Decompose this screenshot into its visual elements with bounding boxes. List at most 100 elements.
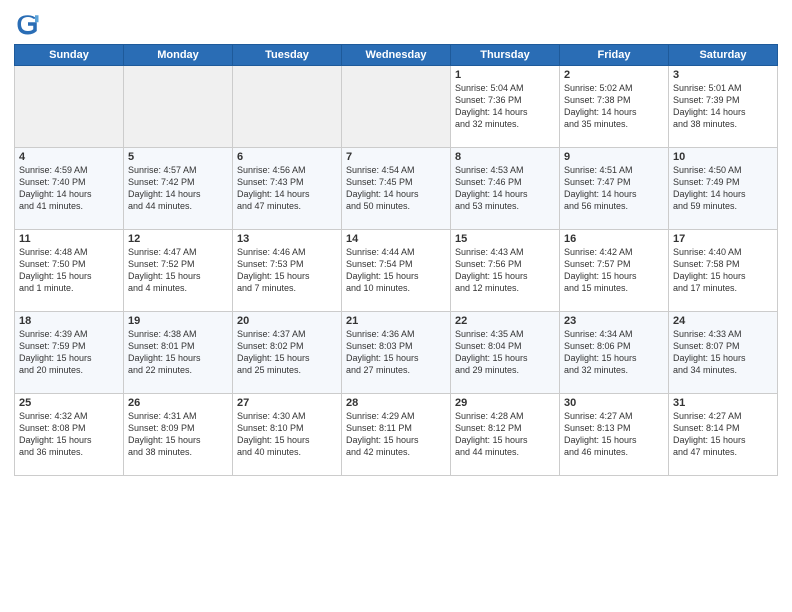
weekday-header-cell: Saturday: [669, 45, 778, 66]
calendar-cell: 27Sunrise: 4:30 AMSunset: 8:10 PMDayligh…: [233, 394, 342, 476]
calendar-cell: [342, 66, 451, 148]
day-number: 17: [673, 233, 773, 245]
calendar-cell: 8Sunrise: 4:53 AMSunset: 7:46 PMDaylight…: [451, 148, 560, 230]
day-number: 2: [564, 69, 664, 81]
calendar-cell: 26Sunrise: 4:31 AMSunset: 8:09 PMDayligh…: [124, 394, 233, 476]
day-number: 6: [237, 151, 337, 163]
day-info: Sunrise: 5:02 AMSunset: 7:38 PMDaylight:…: [564, 82, 664, 131]
day-info: Sunrise: 4:57 AMSunset: 7:42 PMDaylight:…: [128, 164, 228, 213]
calendar-cell: [15, 66, 124, 148]
day-number: 1: [455, 69, 555, 81]
day-number: 29: [455, 397, 555, 409]
calendar-cell: 23Sunrise: 4:34 AMSunset: 8:06 PMDayligh…: [560, 312, 669, 394]
day-info: Sunrise: 4:30 AMSunset: 8:10 PMDaylight:…: [237, 410, 337, 459]
day-info: Sunrise: 4:37 AMSunset: 8:02 PMDaylight:…: [237, 328, 337, 377]
day-number: 19: [128, 315, 228, 327]
calendar-cell: 25Sunrise: 4:32 AMSunset: 8:08 PMDayligh…: [15, 394, 124, 476]
day-number: 9: [564, 151, 664, 163]
day-info: Sunrise: 4:56 AMSunset: 7:43 PMDaylight:…: [237, 164, 337, 213]
day-info: Sunrise: 4:33 AMSunset: 8:07 PMDaylight:…: [673, 328, 773, 377]
calendar-week-row: 11Sunrise: 4:48 AMSunset: 7:50 PMDayligh…: [15, 230, 778, 312]
day-info: Sunrise: 4:47 AMSunset: 7:52 PMDaylight:…: [128, 246, 228, 295]
day-number: 31: [673, 397, 773, 409]
day-info: Sunrise: 4:31 AMSunset: 8:09 PMDaylight:…: [128, 410, 228, 459]
weekday-header-cell: Tuesday: [233, 45, 342, 66]
calendar-cell: 11Sunrise: 4:48 AMSunset: 7:50 PMDayligh…: [15, 230, 124, 312]
day-info: Sunrise: 4:42 AMSunset: 7:57 PMDaylight:…: [564, 246, 664, 295]
calendar-cell: 29Sunrise: 4:28 AMSunset: 8:12 PMDayligh…: [451, 394, 560, 476]
day-info: Sunrise: 5:01 AMSunset: 7:39 PMDaylight:…: [673, 82, 773, 131]
day-number: 14: [346, 233, 446, 245]
day-number: 25: [19, 397, 119, 409]
day-number: 11: [19, 233, 119, 245]
day-number: 27: [237, 397, 337, 409]
calendar-cell: 7Sunrise: 4:54 AMSunset: 7:45 PMDaylight…: [342, 148, 451, 230]
day-number: 21: [346, 315, 446, 327]
weekday-header-cell: Wednesday: [342, 45, 451, 66]
day-info: Sunrise: 4:38 AMSunset: 8:01 PMDaylight:…: [128, 328, 228, 377]
day-info: Sunrise: 4:44 AMSunset: 7:54 PMDaylight:…: [346, 246, 446, 295]
day-info: Sunrise: 4:48 AMSunset: 7:50 PMDaylight:…: [19, 246, 119, 295]
weekday-header-cell: Sunday: [15, 45, 124, 66]
day-number: 5: [128, 151, 228, 163]
day-info: Sunrise: 4:27 AMSunset: 8:13 PMDaylight:…: [564, 410, 664, 459]
day-info: Sunrise: 4:36 AMSunset: 8:03 PMDaylight:…: [346, 328, 446, 377]
calendar-cell: 13Sunrise: 4:46 AMSunset: 7:53 PMDayligh…: [233, 230, 342, 312]
logo-icon: [14, 10, 42, 38]
calendar-cell: 18Sunrise: 4:39 AMSunset: 7:59 PMDayligh…: [15, 312, 124, 394]
day-number: 24: [673, 315, 773, 327]
calendar-cell: 3Sunrise: 5:01 AMSunset: 7:39 PMDaylight…: [669, 66, 778, 148]
calendar-cell: 2Sunrise: 5:02 AMSunset: 7:38 PMDaylight…: [560, 66, 669, 148]
calendar-week-row: 4Sunrise: 4:59 AMSunset: 7:40 PMDaylight…: [15, 148, 778, 230]
day-number: 22: [455, 315, 555, 327]
day-number: 8: [455, 151, 555, 163]
day-number: 28: [346, 397, 446, 409]
page: SundayMondayTuesdayWednesdayThursdayFrid…: [0, 0, 792, 612]
day-number: 18: [19, 315, 119, 327]
day-info: Sunrise: 4:32 AMSunset: 8:08 PMDaylight:…: [19, 410, 119, 459]
calendar-cell: 21Sunrise: 4:36 AMSunset: 8:03 PMDayligh…: [342, 312, 451, 394]
day-number: 16: [564, 233, 664, 245]
day-number: 30: [564, 397, 664, 409]
calendar-cell: 6Sunrise: 4:56 AMSunset: 7:43 PMDaylight…: [233, 148, 342, 230]
calendar-week-row: 1Sunrise: 5:04 AMSunset: 7:36 PMDaylight…: [15, 66, 778, 148]
weekday-header-cell: Thursday: [451, 45, 560, 66]
day-info: Sunrise: 4:43 AMSunset: 7:56 PMDaylight:…: [455, 246, 555, 295]
calendar-cell: 5Sunrise: 4:57 AMSunset: 7:42 PMDaylight…: [124, 148, 233, 230]
calendar-cell: 10Sunrise: 4:50 AMSunset: 7:49 PMDayligh…: [669, 148, 778, 230]
day-number: 20: [237, 315, 337, 327]
calendar-week-row: 25Sunrise: 4:32 AMSunset: 8:08 PMDayligh…: [15, 394, 778, 476]
day-number: 26: [128, 397, 228, 409]
day-info: Sunrise: 4:53 AMSunset: 7:46 PMDaylight:…: [455, 164, 555, 213]
day-info: Sunrise: 4:39 AMSunset: 7:59 PMDaylight:…: [19, 328, 119, 377]
calendar-cell: 30Sunrise: 4:27 AMSunset: 8:13 PMDayligh…: [560, 394, 669, 476]
day-info: Sunrise: 4:54 AMSunset: 7:45 PMDaylight:…: [346, 164, 446, 213]
day-info: Sunrise: 4:29 AMSunset: 8:11 PMDaylight:…: [346, 410, 446, 459]
calendar-cell: 9Sunrise: 4:51 AMSunset: 7:47 PMDaylight…: [560, 148, 669, 230]
day-info: Sunrise: 4:50 AMSunset: 7:49 PMDaylight:…: [673, 164, 773, 213]
weekday-header-cell: Monday: [124, 45, 233, 66]
calendar-cell: 19Sunrise: 4:38 AMSunset: 8:01 PMDayligh…: [124, 312, 233, 394]
day-info: Sunrise: 4:35 AMSunset: 8:04 PMDaylight:…: [455, 328, 555, 377]
calendar-cell: 15Sunrise: 4:43 AMSunset: 7:56 PMDayligh…: [451, 230, 560, 312]
calendar-cell: 20Sunrise: 4:37 AMSunset: 8:02 PMDayligh…: [233, 312, 342, 394]
day-info: Sunrise: 4:40 AMSunset: 7:58 PMDaylight:…: [673, 246, 773, 295]
weekday-header-cell: Friday: [560, 45, 669, 66]
weekday-header-row: SundayMondayTuesdayWednesdayThursdayFrid…: [15, 45, 778, 66]
day-info: Sunrise: 4:59 AMSunset: 7:40 PMDaylight:…: [19, 164, 119, 213]
calendar-cell: 4Sunrise: 4:59 AMSunset: 7:40 PMDaylight…: [15, 148, 124, 230]
calendar: SundayMondayTuesdayWednesdayThursdayFrid…: [14, 44, 778, 476]
calendar-cell: [124, 66, 233, 148]
day-number: 12: [128, 233, 228, 245]
calendar-cell: 16Sunrise: 4:42 AMSunset: 7:57 PMDayligh…: [560, 230, 669, 312]
day-number: 4: [19, 151, 119, 163]
day-info: Sunrise: 4:28 AMSunset: 8:12 PMDaylight:…: [455, 410, 555, 459]
day-info: Sunrise: 4:51 AMSunset: 7:47 PMDaylight:…: [564, 164, 664, 213]
calendar-cell: 14Sunrise: 4:44 AMSunset: 7:54 PMDayligh…: [342, 230, 451, 312]
calendar-cell: 12Sunrise: 4:47 AMSunset: 7:52 PMDayligh…: [124, 230, 233, 312]
logo: [14, 10, 46, 38]
calendar-body: 1Sunrise: 5:04 AMSunset: 7:36 PMDaylight…: [15, 66, 778, 476]
calendar-cell: [233, 66, 342, 148]
day-number: 15: [455, 233, 555, 245]
day-number: 23: [564, 315, 664, 327]
